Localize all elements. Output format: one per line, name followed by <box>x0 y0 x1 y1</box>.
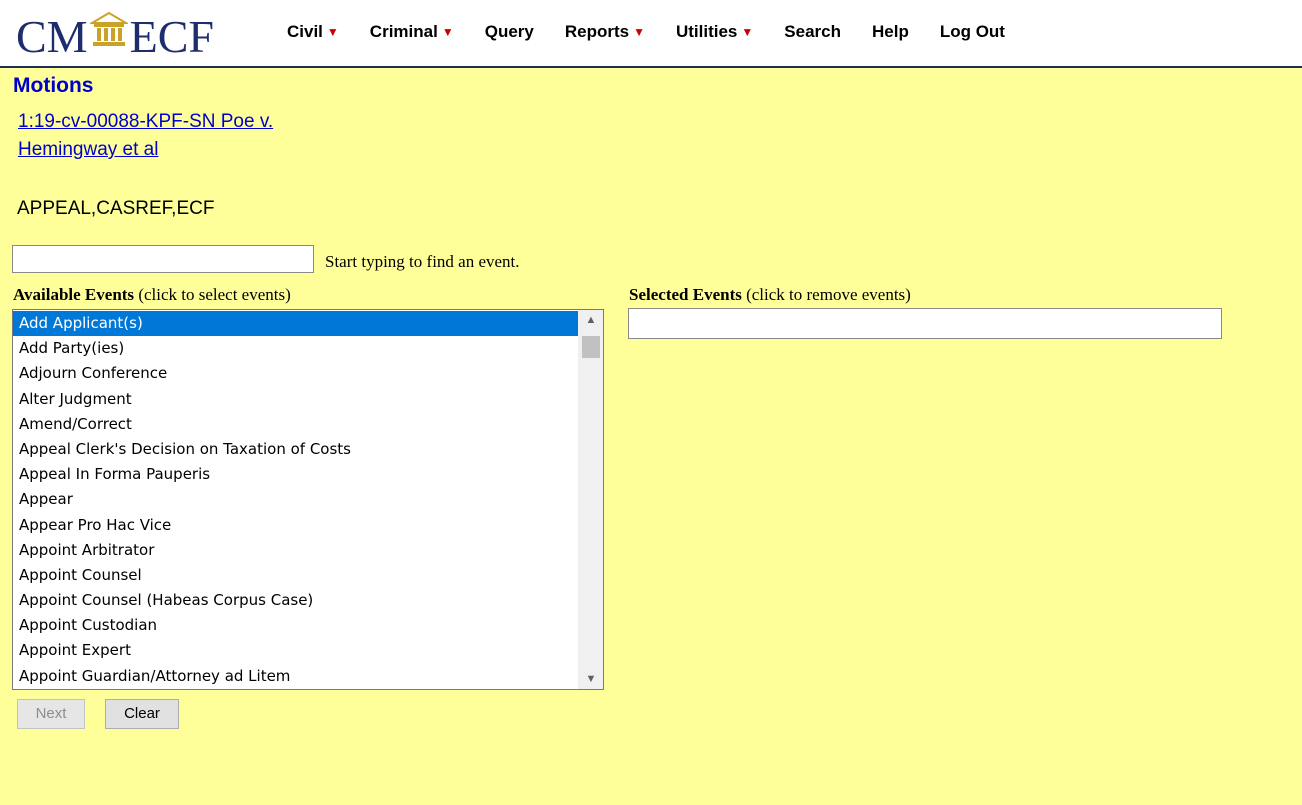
menu-search[interactable]: Search <box>784 22 841 42</box>
menu-query-label: Query <box>484 22 534 41</box>
event-search-hint: Start typing to find an event. <box>325 252 520 271</box>
available-events-label-bold: Available Events <box>13 285 135 304</box>
event-search-input[interactable] <box>12 245 314 273</box>
list-item[interactable]: Appoint Custodian <box>13 613 579 638</box>
selected-events-label-rest: (click to remove events) <box>741 285 911 304</box>
menu-utilities-label: Utilities <box>675 22 738 41</box>
next-button[interactable]: Next <box>17 699 85 729</box>
selected-events-label-bold: Selected Events <box>629 285 742 304</box>
list-item[interactable]: Add Party(ies) <box>13 336 579 361</box>
available-events-label-rest: (click to select events) <box>134 285 291 304</box>
dropdown-caret-icon: ▼ <box>326 25 339 39</box>
selected-events-label: Selected Events (click to remove events) <box>629 285 911 305</box>
scroll-up-arrow-icon[interactable]: ▲ <box>579 310 603 330</box>
list-item[interactable]: Appear <box>13 487 579 512</box>
list-item[interactable]: Appoint Arbitrator <box>13 538 579 563</box>
menu-criminal[interactable]: Criminal ▼ <box>370 22 454 42</box>
scrollbar[interactable]: ▲ ▼ <box>578 310 603 689</box>
motions-page: Motions 1:19-cv-00088-KPF-SN Poe v. Hemi… <box>0 68 1302 805</box>
menu-utilities[interactable]: Utilities ▼ <box>676 22 753 42</box>
scroll-down-arrow-icon[interactable]: ▼ <box>579 669 603 689</box>
list-item[interactable]: Appear Pro Hac Vice <box>13 513 579 538</box>
list-item[interactable]: Adjourn Conference <box>13 361 579 386</box>
selected-events-list[interactable] <box>628 308 1222 339</box>
list-item[interactable]: Alter Judgment <box>13 387 579 412</box>
menu-log-out-label: Log Out <box>939 22 1005 41</box>
list-item[interactable]: Appeal Clerk's Decision on Taxation of C… <box>13 437 579 462</box>
logo-text-left: CM <box>16 11 88 62</box>
top-navigation-bar: CM ECF Civil ▼ Criminal ▼ Query Reports … <box>0 0 1302 68</box>
clear-button[interactable]: Clear <box>105 699 179 729</box>
cmecf-logo: CM ECF <box>16 10 214 60</box>
list-item[interactable]: Appoint Counsel <box>13 563 579 588</box>
courthouse-icon <box>87 9 130 55</box>
list-item[interactable]: Add Applicant(s) <box>13 311 579 337</box>
available-events-list[interactable]: Add Applicant(s) Add Party(ies) Adjourn Co… <box>12 309 604 690</box>
menu-civil[interactable]: Civil ▼ <box>287 22 339 42</box>
logo-text-right: ECF <box>129 11 214 62</box>
menu-reports-label: Reports <box>564 22 630 41</box>
list-item[interactable]: Appeal In Forma Pauperis <box>13 462 579 487</box>
menu-help[interactable]: Help <box>872 22 909 42</box>
menu-help-label: Help <box>871 22 909 41</box>
available-events-label: Available Events (click to select events… <box>13 285 291 305</box>
case-link[interactable]: 1:19-cv-00088-KPF-SN Poe v. Hemingway et… <box>18 108 348 164</box>
menu-reports[interactable]: Reports ▼ <box>565 22 645 42</box>
menu-query[interactable]: Query <box>485 22 534 42</box>
menu-criminal-label: Criminal <box>369 22 438 41</box>
dropdown-caret-icon: ▼ <box>441 25 454 39</box>
menu-search-label: Search <box>784 22 841 41</box>
menu-civil-label: Civil <box>287 22 323 41</box>
dropdown-caret-icon: ▼ <box>633 25 645 39</box>
scroll-thumb[interactable] <box>582 336 600 358</box>
list-item[interactable]: Amend/Correct <box>13 412 579 437</box>
list-item[interactable]: Appoint Expert <box>13 638 579 663</box>
case-link-line2[interactable]: Hemingway et al <box>18 136 348 164</box>
main-menu: Civil ▼ Criminal ▼ Query Reports ▼ Utili… <box>287 22 1036 42</box>
list-item[interactable]: Appoint Guardian/Attorney ad Litem <box>13 664 579 689</box>
dropdown-caret-icon: ▼ <box>741 25 754 39</box>
menu-log-out[interactable]: Log Out <box>940 22 1005 42</box>
case-flags: APPEAL,CASREF,ECF <box>17 198 215 219</box>
case-link-line1[interactable]: 1:19-cv-00088-KPF-SN Poe v. <box>18 108 348 136</box>
list-item[interactable]: Appoint Counsel (Habeas Corpus Case) <box>13 588 579 613</box>
page-title: Motions <box>13 74 94 97</box>
available-events-options: Add Applicant(s) Add Party(ies) Adjourn Co… <box>13 311 579 689</box>
